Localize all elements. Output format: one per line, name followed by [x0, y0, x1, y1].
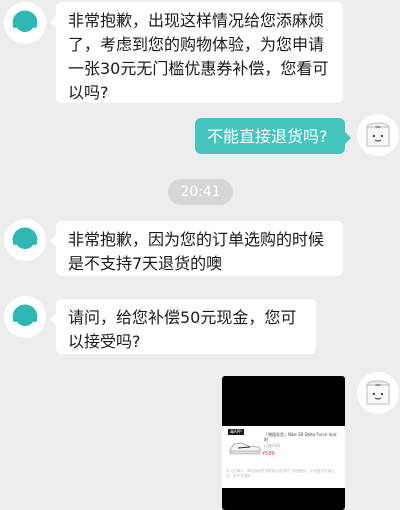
agent-avatar[interactable] — [4, 2, 46, 44]
message-bubble-agent-2: 非常抱歉，因为您的订单选购的时候是不支持7天退货的噢 — [50, 221, 343, 276]
toilet-paper-roll-avatar-icon — [357, 114, 399, 156]
message-bubble-agent-1: 非常抱歉，出现这样情况给您添麻烦了，考虑到您的购物体验，为您申请一张30元无门槛… — [50, 2, 343, 103]
product-info-panel: 毒APP 「增值发货」Nike SB Delta Force Vulc 耐 已选… — [222, 426, 345, 488]
agent-avatar[interactable] — [4, 219, 46, 261]
agent-avatar[interactable] — [4, 296, 46, 338]
product-price: ¥589 — [262, 451, 275, 457]
user-avatar[interactable] — [357, 372, 399, 414]
service-agent-avatar-icon — [4, 2, 46, 44]
timestamp-pill: 20:41 — [168, 179, 233, 205]
price-value: ¥589 — [262, 451, 275, 457]
toilet-paper-roll-avatar-icon — [357, 372, 399, 414]
message-bubble-agent-3: 请问，给您补偿50元现金，您可以接受吗? — [50, 299, 316, 354]
service-agent-avatar-icon — [4, 219, 46, 261]
product-screenshot-card[interactable]: 毒APP 「增值发货」Nike SB Delta Force Vulc 耐 已选… — [222, 376, 345, 510]
user-avatar[interactable] — [357, 114, 399, 156]
service-agent-avatar-icon — [4, 296, 46, 338]
sneaker-icon — [229, 442, 261, 455]
product-subtitle: 已选尺码 — [264, 443, 280, 448]
message-bubble-user-1: 不能直接退货吗? — [195, 118, 351, 154]
product-title: 「增值发货」Nike SB Delta Force Vulc 耐 — [264, 432, 337, 442]
product-note: 本人已确认，寄回商品时须附送与发货时一致的配件，平台鉴定不通过的，将不予退款 — [226, 469, 335, 478]
